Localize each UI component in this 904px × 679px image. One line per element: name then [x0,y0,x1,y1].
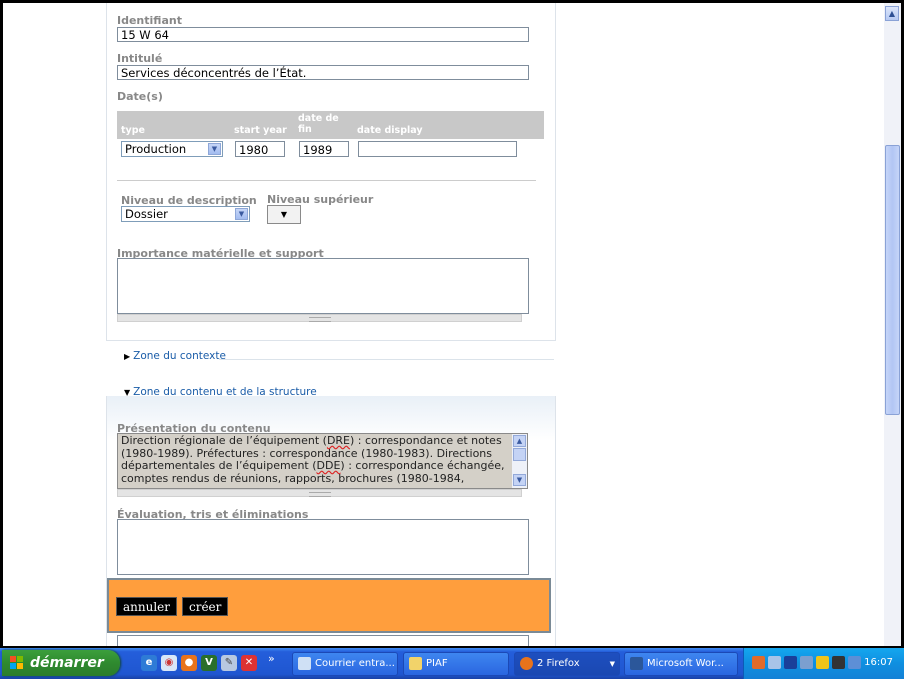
task-firefox-group[interactable]: 2 Firefox ▼ [514,652,620,676]
task-label: PIAF [426,658,448,669]
ie-icon[interactable]: e [141,655,157,671]
page-scroll-thumb[interactable] [885,145,900,415]
evaluation-textarea[interactable] [117,519,529,575]
col-date-display-header: date display [357,125,423,136]
vnc-icon[interactable]: V [201,655,217,671]
task-label: Courrier entra... [315,658,395,669]
page-scrollbar[interactable]: ▲ [884,3,901,646]
zone-contenu-label: Zone du contenu et de la structure [133,386,317,398]
scroll-up-icon[interactable]: ▲ [513,435,526,447]
caret-down-icon: ▼ [280,210,288,219]
triangle-down-icon: ▼ [124,388,131,397]
clock: 16:07 [864,657,893,668]
tray-device-icon[interactable] [800,656,813,669]
niveau-superieur-dropdown-button[interactable]: ▼ [267,205,301,224]
mail-icon [298,657,311,670]
tray-shield-icon[interactable] [784,656,797,669]
importance-resize-handle[interactable] [117,314,522,322]
presentation-scrollbar[interactable]: ▲ ▼ [512,434,527,488]
tray-security-icon[interactable] [816,656,829,669]
tray-app-icon[interactable] [752,656,765,669]
creer-button[interactable]: créer [182,597,229,616]
grip-icon [308,492,331,497]
tray-network-icon[interactable] [768,656,781,669]
intitule-label: Intitulé [117,52,163,65]
task-courrier[interactable]: Courrier entra... [292,652,398,676]
intitule-input[interactable]: Services déconcentrés de l’État. [117,65,529,80]
presentation-text: Direction régionale de l’équipement (DRE… [121,434,505,485]
word-icon [630,657,643,670]
col-start-year-header: start year [234,125,287,136]
group-arrow-icon: ▼ [609,660,615,668]
scroll-down-icon[interactable]: ▼ [513,474,526,486]
niveau-description-select[interactable]: Dossier ▼ [121,206,250,222]
zone-contenu-toggle[interactable]: ▼ Zone du contenu et de la structure [124,386,317,398]
col-end-date-header-line2: fin [298,124,312,135]
task-label: Microsoft Wor... [647,658,724,669]
start-button[interactable]: démarrer [2,650,120,676]
scroll-thumb[interactable] [513,448,526,461]
importance-textarea[interactable] [117,258,529,314]
firefox-icon [520,657,533,670]
chevron-down-icon: ▼ [235,208,248,220]
dates-label: Date(s) [117,90,163,103]
grip-icon [308,317,331,322]
scroll-up-icon[interactable]: ▲ [885,6,899,21]
system-tray: 16:07 [743,648,904,679]
zone-contexte-label: Zone du contexte [133,350,226,362]
close-icon[interactable]: ✕ [241,655,257,671]
action-bar: annuler créer [107,578,551,633]
tool-icon[interactable]: ✎ [221,655,237,671]
end-year-input[interactable]: 1989 [299,141,349,157]
folder-icon [409,657,422,670]
firefox-icon[interactable]: ● [181,655,197,671]
zone-contexte-rule [219,359,554,360]
niveau-description-value: Dossier [125,207,168,221]
presentation-resize-handle[interactable] [117,489,522,497]
identifiant-input[interactable]: 15 W 64 [117,27,529,42]
date-display-input[interactable] [358,141,517,157]
task-word[interactable]: Microsoft Wor... [624,652,738,676]
start-label: démarrer [30,655,104,671]
zone-contexte-toggle[interactable]: ▶ Zone du contexte [124,350,226,362]
triangle-right-icon: ▶ [124,352,131,361]
col-end-date-header-line1: date de [298,113,339,124]
overflow-icon[interactable]: » [268,652,275,665]
start-year-input[interactable]: 1980 [235,141,285,157]
chevron-down-icon: ▼ [208,143,221,155]
media-icon[interactable]: ◉ [161,655,177,671]
task-label: 2 Firefox [537,658,580,669]
divider [117,180,536,181]
dates-table-header: type start year date de fin date display [117,111,544,139]
windows-flag-icon [10,656,23,669]
date-type-select[interactable]: Production ▼ [121,141,223,157]
task-piaf[interactable]: PIAF [403,652,509,676]
taskbar: démarrer e ◉ ● V ✎ ✕ » Courrier entra...… [0,648,904,679]
tray-media-icon[interactable] [832,656,845,669]
tray-volume-icon[interactable] [848,656,861,669]
identifiant-label: Identifiant [117,14,182,27]
date-type-value: Production [125,142,187,156]
next-textarea[interactable] [117,635,529,646]
presentation-textarea[interactable]: Direction régionale de l’équipement (DRE… [117,433,528,489]
annuler-button[interactable]: annuler [116,597,178,616]
browser-viewport: Identifiant 15 W 64 Intitulé Services dé… [3,3,887,646]
col-type-header: type [121,125,145,136]
